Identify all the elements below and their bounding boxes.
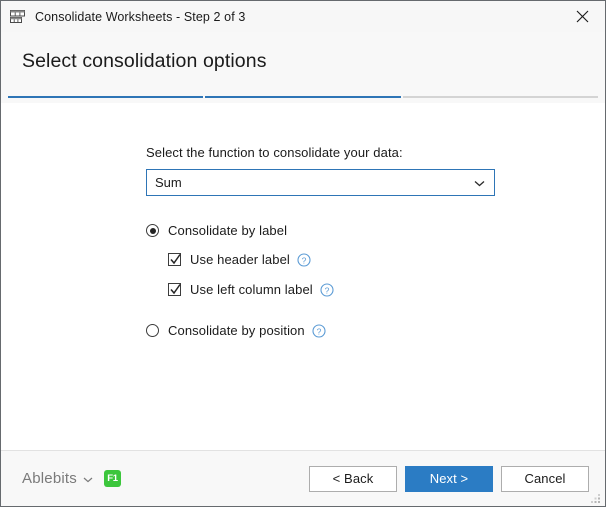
title-bar: Consolidate Worksheets - Step 2 of 3: [1, 1, 605, 32]
question-mark-circle-icon[interactable]: ?: [312, 323, 326, 338]
chevron-down-icon: [83, 470, 93, 488]
page-title: Select consolidation options: [22, 49, 267, 72]
chevron-down-icon: [474, 174, 485, 192]
question-mark-circle-icon[interactable]: ?: [320, 282, 334, 297]
option-label: Consolidate by label: [168, 223, 288, 238]
checkbox-use-header-label[interactable]: [168, 253, 181, 266]
progress-segment-1: [8, 96, 204, 98]
progress-segment-2: [205, 96, 401, 98]
dialog-body: Select the function to consolidate your …: [1, 103, 605, 450]
resize-grip-icon[interactable]: [590, 492, 602, 504]
progress-segment-3: [402, 96, 598, 98]
header-bar: Select consolidation options: [1, 32, 605, 90]
close-icon[interactable]: [560, 1, 605, 32]
step-progress-bar: [1, 90, 605, 103]
option-use-header-label[interactable]: Use header label ?: [168, 252, 506, 267]
option-use-left-column-label[interactable]: Use left column label ?: [168, 282, 506, 297]
consolidate-worksheets-dialog: Consolidate Worksheets - Step 2 of 3 Sel…: [0, 0, 606, 507]
ablebits-brand-menu[interactable]: Ablebits: [22, 470, 93, 488]
next-button[interactable]: Next >: [405, 465, 493, 492]
svg-text:?: ?: [316, 326, 321, 336]
back-button[interactable]: < Back: [309, 465, 397, 492]
svg-text:?: ?: [324, 285, 329, 295]
options-form: Select the function to consolidate your …: [146, 145, 506, 338]
option-consolidate-by-position[interactable]: Consolidate by position ?: [146, 323, 506, 338]
function-select-value: Sum: [155, 175, 182, 190]
function-select[interactable]: Sum: [146, 169, 495, 196]
option-label: Use left column label: [190, 282, 313, 297]
f1-help-badge[interactable]: F1: [103, 470, 121, 487]
cancel-button[interactable]: Cancel: [501, 465, 589, 492]
radio-consolidate-by-label[interactable]: [146, 224, 159, 237]
radio-consolidate-by-position[interactable]: [146, 324, 159, 337]
worksheet-grid-icon: [9, 8, 26, 25]
window-title: Consolidate Worksheets - Step 2 of 3: [35, 9, 246, 24]
question-mark-circle-icon[interactable]: ?: [297, 252, 311, 267]
option-consolidate-by-label[interactable]: Consolidate by label: [146, 223, 506, 238]
svg-text:?: ?: [302, 255, 307, 265]
option-label: Consolidate by position: [168, 323, 305, 338]
footer-buttons: < Back Next > Cancel: [309, 465, 589, 492]
function-label: Select the function to consolidate your …: [146, 145, 403, 160]
checkbox-use-left-column-label[interactable]: [168, 283, 181, 296]
brand-name: Ablebits: [22, 470, 77, 487]
footer-bar: Ablebits F1 < Back Next > Cancel: [1, 450, 605, 506]
option-label: Use header label: [190, 252, 290, 267]
